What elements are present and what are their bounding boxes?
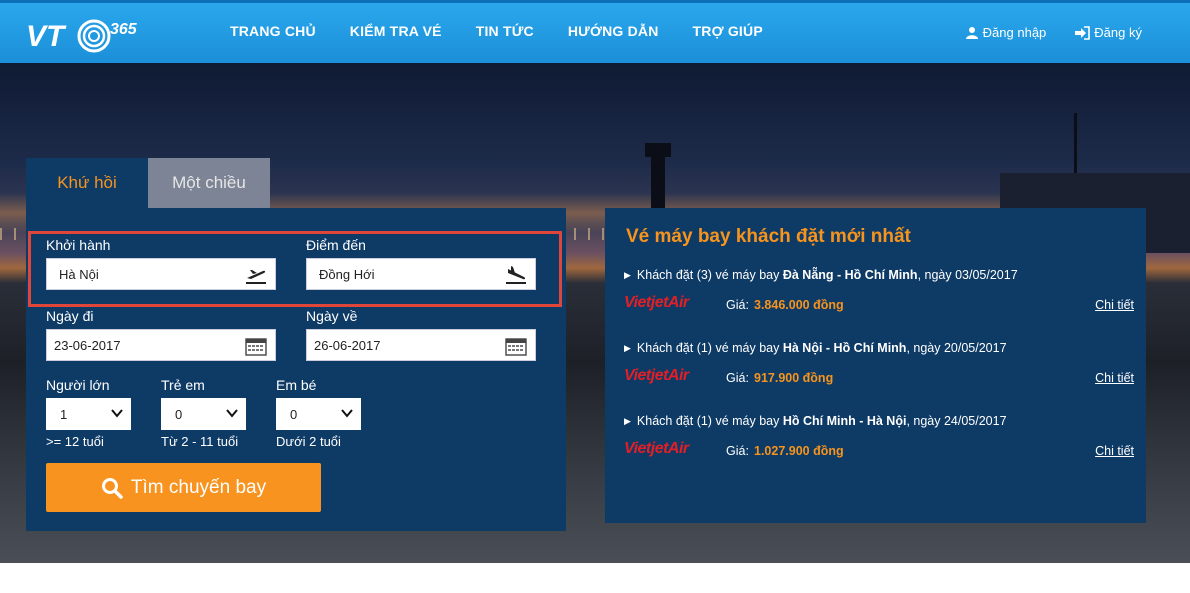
price-label: Giá:	[726, 444, 749, 458]
login-label: Đăng nhập	[982, 25, 1047, 40]
nav-check-ticket[interactable]: KIỂM TRA VÉ	[350, 23, 442, 39]
trip-type-tabs: Khứ hồi Một chiều	[26, 158, 270, 208]
booking-item: ▶ Khách đặt (1) vé máy bay Hà Nội - Hồ C…	[624, 341, 1134, 391]
search-flights-label: Tìm chuyến bay	[130, 476, 267, 498]
depart-date-label: Ngày đi	[46, 308, 94, 324]
detail-link[interactable]: Chi tiết	[1095, 444, 1134, 458]
infants-select[interactable]: 0	[276, 398, 361, 430]
vietjet-logo: VietjetAir	[624, 367, 689, 384]
search-flights-button[interactable]: Tìm chuyến bay	[46, 463, 321, 512]
top-header: VT 365 TRANG CHỦ KIỂM TRA VÉ TIN TỨC HƯỚ…	[0, 0, 1190, 63]
depart-date-field[interactable]: 23-06-2017	[46, 329, 276, 361]
children-select[interactable]: 0	[161, 398, 246, 430]
origin-label: Khởi hành	[46, 237, 111, 253]
booking-prefix: Khách đặt (1) vé máy bay	[636, 414, 780, 428]
origin-field[interactable]: Hà Nội	[46, 258, 276, 290]
booking-route: Đà Nẵng - Hồ Chí Minh	[782, 268, 918, 282]
booking-prefix: Khách đặt (3) vé máy bay	[636, 268, 780, 282]
detail-link[interactable]: Chi tiết	[1095, 298, 1134, 312]
caret-right-icon: ▶	[624, 342, 631, 353]
origin-value: Hà Nội	[59, 266, 99, 282]
adults-label: Người lớn	[46, 377, 110, 393]
chevron-down-icon	[341, 409, 353, 418]
price-value: 3.846.000 đồng	[754, 298, 844, 312]
price-value: 1.027.900 đồng	[754, 444, 844, 458]
children-label: Trẻ em	[161, 377, 205, 393]
plane-landing-icon	[506, 266, 526, 284]
return-date-field[interactable]: 26-06-2017	[306, 329, 536, 361]
chevron-down-icon	[226, 409, 238, 418]
destination-field[interactable]: Đồng Hới	[306, 258, 536, 290]
recent-bookings-panel: Vé máy bay khách đặt mới nhất ▶ Khách đặ…	[605, 208, 1146, 523]
infants-value: 0	[290, 406, 298, 422]
children-hint: Từ 2 - 11 tuổi	[161, 434, 239, 449]
caret-right-icon: ▶	[624, 269, 631, 280]
detail-link[interactable]: Chi tiết	[1095, 371, 1134, 385]
recent-bookings-title: Vé máy bay khách đặt mới nhất	[626, 226, 911, 247]
depart-date-value: 23-06-2017	[54, 337, 121, 353]
children-value: 0	[175, 406, 183, 422]
user-icon	[965, 26, 978, 39]
vtc365-logo[interactable]: VT 365	[26, 12, 150, 56]
destination-label: Điểm đến	[306, 237, 366, 253]
booking-date: , ngày 24/05/2017	[906, 414, 1007, 428]
flight-search-panel: Khởi hành Hà Nội Điểm đến Đồng Hới Ngày …	[26, 208, 566, 531]
svg-text:VT: VT	[26, 20, 67, 53]
adults-select[interactable]: 1	[46, 398, 131, 430]
return-date-label: Ngày về	[306, 308, 358, 324]
destination-value: Đồng Hới	[319, 266, 375, 282]
tab-one-way[interactable]: Một chiều	[148, 158, 270, 208]
return-date-value: 26-06-2017	[314, 337, 381, 353]
price-label: Giá:	[726, 371, 749, 385]
booking-item: ▶ Khách đặt (3) vé máy bay Đà Nẵng - Hồ …	[624, 268, 1134, 318]
price-value: 917.900 đồng	[754, 371, 834, 385]
booking-date: , ngày 20/05/2017	[906, 341, 1007, 355]
nav-home[interactable]: TRANG CHỦ	[230, 23, 316, 39]
infants-hint: Dưới 2 tuổi	[276, 434, 341, 449]
login-link[interactable]: Đăng nhập	[965, 25, 1047, 40]
register-label: Đăng ký	[1094, 25, 1142, 40]
vietjet-logo: VietjetAir	[624, 294, 689, 311]
adults-hint: >= 12 tuổi	[46, 434, 104, 449]
price-label: Giá:	[726, 298, 749, 312]
chevron-down-icon	[111, 409, 123, 418]
tab-round-trip[interactable]: Khứ hồi	[26, 158, 148, 208]
control-tower-cab	[645, 143, 671, 157]
search-icon	[101, 477, 123, 499]
plane-takeoff-icon	[246, 270, 266, 284]
caret-right-icon: ▶	[624, 415, 631, 426]
nav-help[interactable]: TRỢ GIÚP	[693, 23, 763, 39]
sign-in-icon	[1075, 25, 1091, 40]
booking-route: Hà Nội - Hồ Chí Minh	[782, 341, 907, 355]
booking-prefix: Khách đặt (1) vé máy bay	[636, 341, 780, 355]
main-nav: TRANG CHỦ KIỂM TRA VÉ TIN TỨC HƯỚNG DẪN …	[230, 23, 763, 39]
booking-route: Hồ Chí Minh - Hà Nội	[782, 414, 907, 428]
booking-item: ▶ Khách đặt (1) vé máy bay Hồ Chí Minh -…	[624, 414, 1134, 464]
nav-news[interactable]: TIN TỨC	[476, 23, 534, 39]
nav-guide[interactable]: HƯỚNG DẪN	[568, 23, 659, 39]
booking-date: , ngày 03/05/2017	[917, 268, 1018, 282]
adults-value: 1	[60, 406, 68, 422]
register-link[interactable]: Đăng ký	[1074, 25, 1142, 40]
svg-text:365: 365	[110, 21, 138, 38]
auth-links: Đăng nhập Đăng ký	[965, 25, 1142, 40]
calendar-icon[interactable]	[505, 336, 527, 356]
infants-label: Em bé	[276, 377, 317, 393]
vietjet-logo: VietjetAir	[624, 440, 689, 457]
calendar-icon[interactable]	[245, 336, 267, 356]
